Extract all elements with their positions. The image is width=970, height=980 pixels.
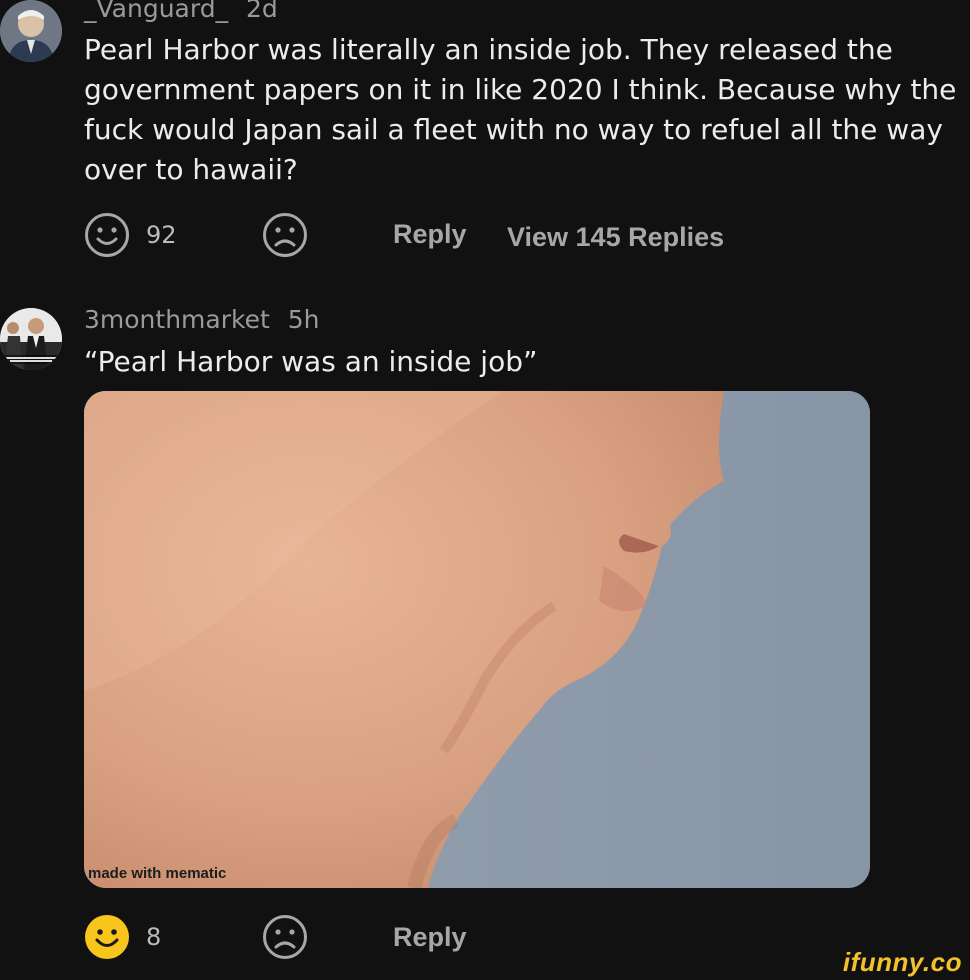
avatar[interactable] [0,308,62,370]
smile-icon [84,212,130,258]
comment-time: 5h [287,305,320,334]
smile-count: 92 [146,221,177,249]
reply-button[interactable]: Reply [393,219,467,250]
smile-button[interactable]: 8 [84,914,161,960]
reply-button[interactable]: Reply [393,922,467,953]
frown-button[interactable] [262,212,308,258]
avatar-image [0,308,62,370]
comment-time: 2d [246,0,278,23]
comment-body: “Pearl Harbor was an inside job” [84,345,538,378]
ifunny-logo: ifunny.co [842,947,962,977]
username-text[interactable]: _Vanguard_ [84,0,228,23]
frown-button[interactable] [262,914,308,960]
frown-icon [262,212,308,258]
comment-image[interactable]: made with mematic [84,391,870,888]
smile-count: 8 [146,923,162,951]
view-replies-button[interactable]: View 145 Replies [507,222,724,253]
comment-body: Pearl Harbor was literally an inside job… [84,33,957,186]
comment-username[interactable]: 3monthmarket 5h [84,305,320,334]
image-watermark: made with mematic [88,865,227,882]
avatar-image [0,0,62,62]
comment-username[interactable]: _Vanguard_ 2d [84,0,278,23]
avatar[interactable] [0,0,62,62]
smile-button[interactable]: 92 [84,212,177,258]
frown-icon [262,914,308,960]
username-text[interactable]: 3monthmarket [84,305,270,334]
meme-picture [84,391,870,888]
smile-icon [84,914,130,960]
